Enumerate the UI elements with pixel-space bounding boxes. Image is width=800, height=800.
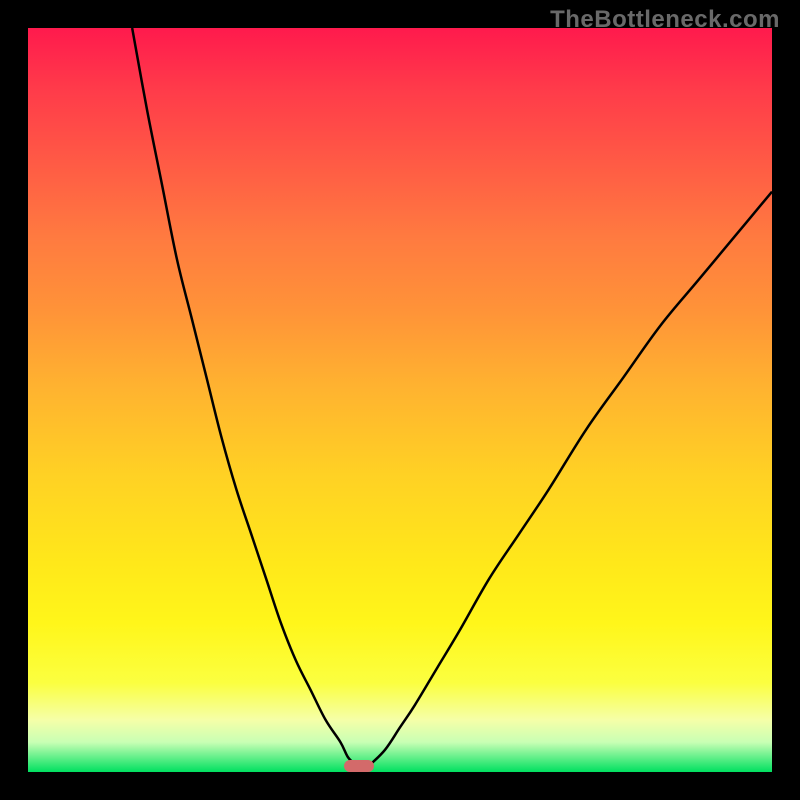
curve-layer <box>28 28 772 772</box>
bottleneck-marker <box>344 760 374 772</box>
chart-frame: TheBottleneck.com <box>0 0 800 800</box>
plot-area <box>28 28 772 772</box>
curve-right <box>370 192 772 765</box>
curve-left <box>132 28 355 765</box>
watermark-text: TheBottleneck.com <box>550 6 780 34</box>
